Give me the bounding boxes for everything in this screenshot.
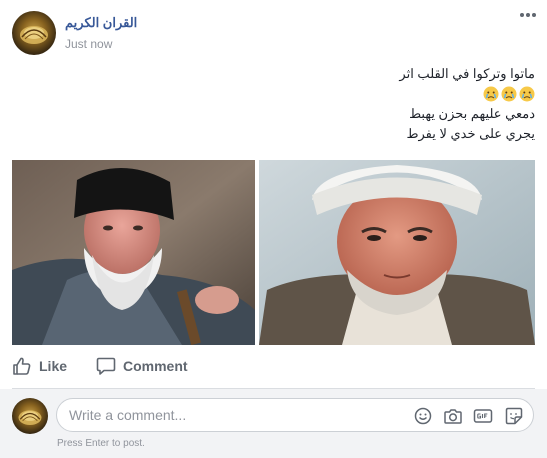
post-photo[interactable] <box>12 160 535 345</box>
thumbs-up-icon <box>12 356 32 376</box>
sticker-icon[interactable] <box>504 406 524 426</box>
post-line-3: يجري على خدي لا يفرط <box>406 126 535 141</box>
user-avatar[interactable] <box>12 398 48 434</box>
speech-bubble-icon <box>96 356 116 376</box>
camera-icon[interactable] <box>443 406 463 426</box>
gif-icon[interactable] <box>473 406 493 426</box>
press-enter-hint: Press Enter to post. <box>57 438 145 449</box>
post-line-2: دمعي عليهم بحزن يهبط <box>409 106 535 121</box>
like-button[interactable]: Like <box>12 350 67 382</box>
post-line-1: ماتوا وتركوا في القلب اثر <box>399 66 535 81</box>
comment-composer: Press Enter to post. <box>0 389 547 458</box>
post-message: ماتوا وتركوا في القلب اثر دمعي عليهم بحز… <box>135 64 535 144</box>
crying-face-emoji <box>501 86 517 102</box>
comment-box <box>56 398 534 432</box>
page-name-link[interactable]: القران الكريم <box>65 15 137 31</box>
emoji-icon[interactable] <box>413 406 433 426</box>
comment-label: Comment <box>123 358 188 374</box>
page-avatar[interactable] <box>12 11 56 55</box>
post-actions: Like Comment <box>12 350 535 382</box>
like-label: Like <box>39 358 68 374</box>
comment-button[interactable]: Comment <box>96 350 188 382</box>
comment-input[interactable] <box>69 399 389 431</box>
more-options-icon[interactable] <box>519 12 537 22</box>
crying-face-emoji <box>483 86 499 102</box>
emoji-row <box>135 84 535 104</box>
crying-face-emoji <box>519 86 535 102</box>
post-card: القران الكريم Just now ماتوا وتركوا في ا… <box>0 0 547 458</box>
post-timestamp[interactable]: Just now <box>65 37 112 51</box>
